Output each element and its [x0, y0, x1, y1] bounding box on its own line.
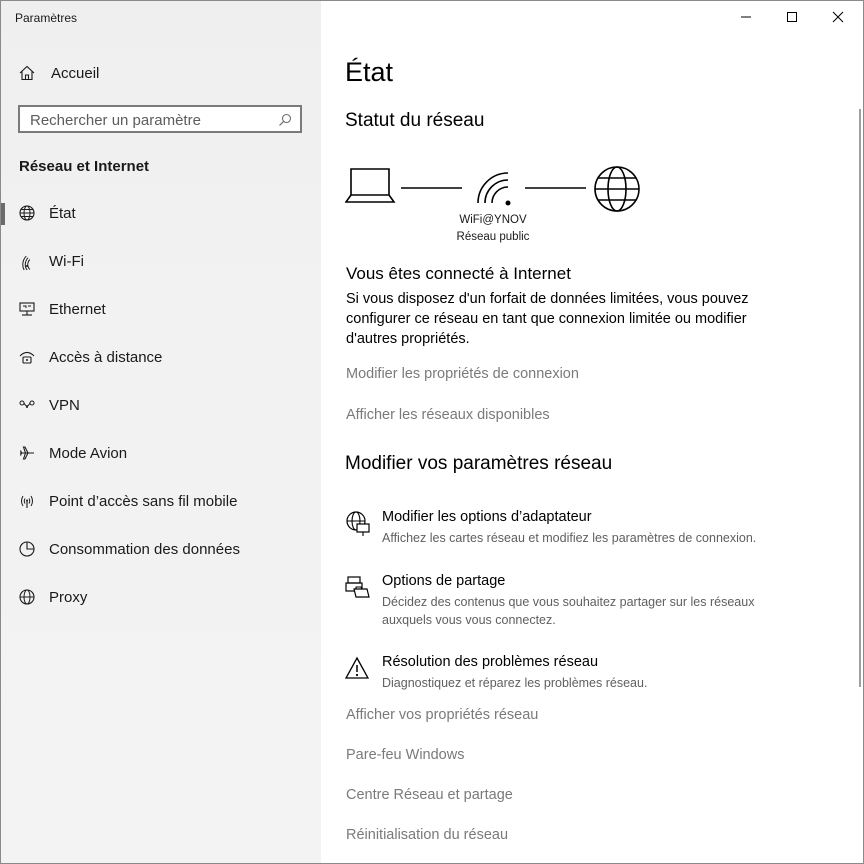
airplane-icon — [17, 443, 37, 463]
sidebar-item-ethernet[interactable]: Ethernet — [1, 289, 321, 329]
connected-title: Vous êtes connecté à Internet — [346, 264, 571, 283]
internet-globe-icon — [594, 166, 640, 212]
connected-description: Si vous disposez d'un forfait de données… — [346, 291, 749, 347]
dialup-icon — [17, 347, 37, 367]
ethernet-icon — [17, 299, 37, 319]
option-title: Résolution des problèmes réseau — [382, 654, 599, 670]
wifi-icon — [477, 172, 511, 206]
close-button[interactable] — [815, 1, 861, 33]
option-title: Options de partage — [382, 573, 506, 589]
network-profile: Réseau public — [456, 231, 530, 243]
maximize-button[interactable] — [769, 1, 815, 33]
section-title: Réseau et Internet — [19, 158, 150, 175]
change-settings-title: Modifier vos paramètres réseau — [345, 453, 613, 474]
window-title: Paramètres — [15, 11, 78, 25]
sidebar-item-label: Ethernet — [49, 300, 106, 318]
sidebar-item-mode-avion[interactable]: Mode Avion — [1, 433, 321, 473]
network-status-title: Statut du réseau — [345, 110, 485, 131]
data-usage-icon — [17, 539, 37, 559]
home-link[interactable]: Accueil — [1, 53, 321, 93]
sidebar-item-label: Wi-Fi — [49, 252, 84, 270]
sidebar-item-label: Point d’accès sans fil mobile — [49, 492, 238, 510]
sidebar-item-label: Mode Avion — [49, 444, 128, 462]
network-diagram — [345, 166, 640, 212]
laptop-icon — [345, 168, 396, 203]
warning-icon — [344, 656, 371, 682]
sidebar-item-vpn[interactable]: VPN — [1, 385, 321, 425]
vpn-icon — [17, 395, 37, 415]
link-windows-firewall[interactable]: Pare-feu Windows — [346, 747, 464, 763]
settings-window: Paramètres Accueil Rechercher un paramèt… — [0, 0, 864, 864]
main-content: État Statut du réseau WiFi@YNOV Réseau p… — [321, 1, 863, 863]
home-icon — [17, 63, 37, 83]
close-icon — [832, 11, 844, 23]
sidebar-item-etat[interactable]: État — [1, 193, 321, 233]
link-network-reset[interactable]: Réinitialisation du réseau — [346, 827, 508, 843]
page-title: État — [345, 57, 394, 87]
scrollbar[interactable] — [859, 109, 861, 687]
search-placeholder: Rechercher un paramètre — [30, 112, 201, 129]
adapter-icon — [345, 511, 371, 537]
option-sharing[interactable]: Options de partage Décidez des contenus … — [345, 573, 795, 631]
wifi-icon — [17, 251, 37, 271]
home-label: Accueil — [51, 64, 100, 82]
sidebar: Paramètres Accueil Rechercher un paramèt… — [1, 1, 321, 863]
sidebar-item-wifi[interactable]: Wi-Fi — [1, 241, 321, 281]
maximize-icon — [787, 12, 797, 22]
sidebar-item-label: Consommation des données — [49, 540, 240, 558]
search-input[interactable]: Rechercher un paramètre — [18, 105, 302, 133]
option-title: Modifier les options d’adaptateur — [382, 509, 592, 525]
sidebar-item-label: Proxy — [49, 588, 88, 606]
hotspot-icon — [17, 491, 37, 511]
sidebar-item-label: VPN — [49, 396, 80, 414]
link-network-sharing-center[interactable]: Centre Réseau et partage — [346, 787, 513, 803]
sidebar-item-acces-distance[interactable]: Accès à distance — [1, 337, 321, 377]
caption-buttons — [723, 1, 861, 33]
sidebar-item-hotspot[interactable]: Point d’accès sans fil mobile — [1, 481, 321, 521]
sidebar-item-label: Accès à distance — [49, 348, 163, 366]
search-icon — [278, 113, 292, 132]
sidebar-item-consommation[interactable]: Consommation des données — [1, 529, 321, 569]
minimize-button[interactable] — [723, 1, 769, 33]
option-description: Décidez des contenus que vous souhaitez … — [382, 595, 755, 627]
link-modify-connection-properties[interactable]: Modifier les propriétés de connexion — [346, 366, 579, 382]
sharing-icon — [345, 575, 371, 601]
network-name: WiFi@YNOV — [459, 214, 527, 226]
sidebar-item-label: État — [49, 204, 76, 222]
globe-icon — [17, 587, 37, 607]
sidebar-item-proxy[interactable]: Proxy — [1, 577, 321, 617]
link-show-available-networks[interactable]: Afficher les réseaux disponibles — [346, 407, 550, 423]
minimize-icon — [741, 16, 751, 18]
option-description: Diagnostiquez et réparez les problèmes r… — [382, 676, 648, 690]
link-network-properties[interactable]: Afficher vos propriétés réseau — [346, 707, 538, 723]
option-description: Affichez les cartes réseau et modifiez l… — [382, 531, 757, 545]
option-adapter[interactable]: Modifier les options d’adaptateur Affich… — [345, 509, 795, 549]
globe-icon — [17, 203, 37, 223]
option-troubleshoot[interactable]: Résolution des problèmes réseau Diagnost… — [344, 654, 795, 694]
